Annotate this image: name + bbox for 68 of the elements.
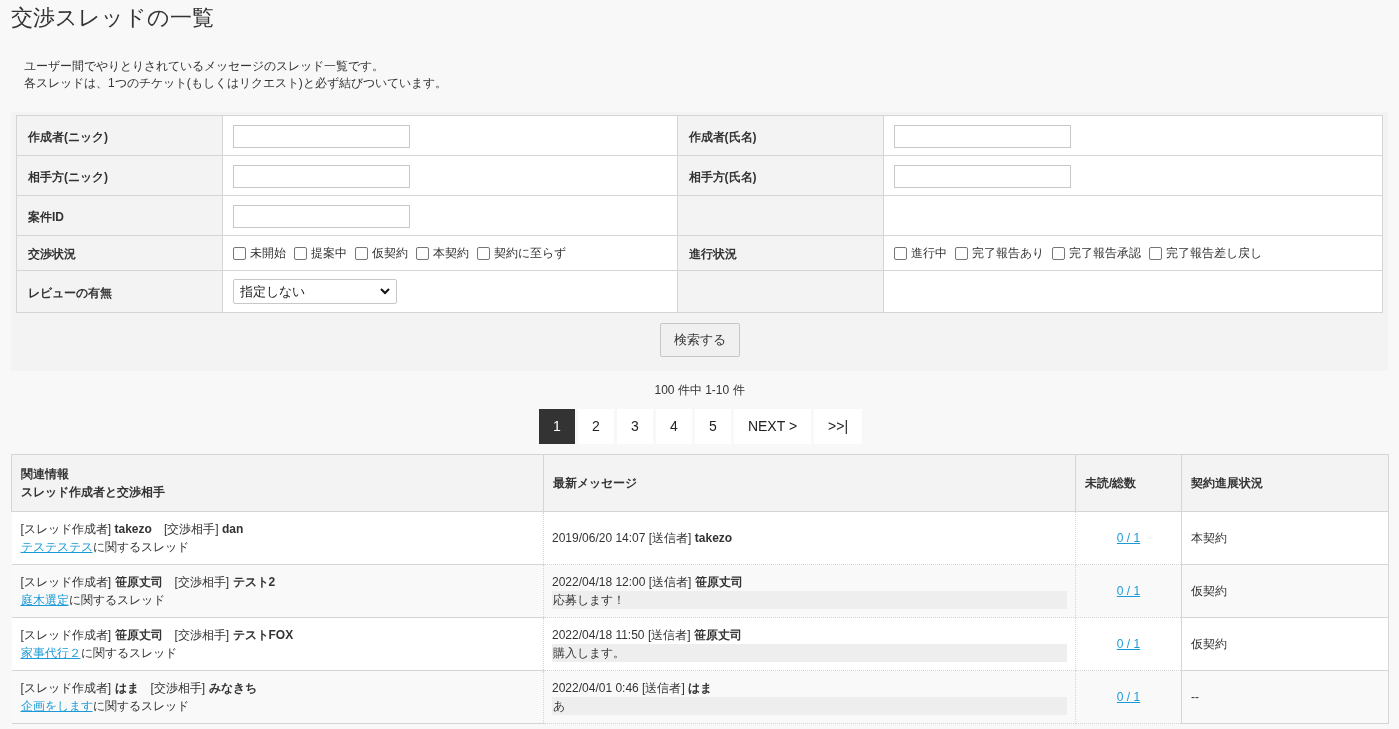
- message-preview: 購入します。: [552, 644, 1067, 662]
- page-link[interactable]: 1: [538, 409, 575, 444]
- checkbox-label: 完了報告承認: [1068, 245, 1141, 262]
- field-label: 相手方(氏名): [688, 169, 757, 184]
- contract-status: --: [1191, 690, 1199, 704]
- checkbox[interactable]: [233, 246, 246, 260]
- review-select[interactable]: 指定しない: [233, 279, 397, 304]
- column-header: 最新メッセージ: [553, 475, 638, 492]
- checkbox-label: 契約に至らず: [494, 245, 566, 262]
- checkbox[interactable]: [954, 246, 968, 260]
- text-input-field[interactable]: [233, 204, 410, 228]
- thread-parties: [スレッド作成者] 笹原丈司 [交渉相手] テストFOX: [20, 627, 295, 644]
- thread-subject: 家事代行２ に関するスレッド: [20, 645, 178, 662]
- chevron-down-icon: [380, 288, 390, 295]
- description-text: ユーザー間でやりとりされているメッセージのスレッド一覧です。: [24, 58, 385, 75]
- text-input-field[interactable]: [233, 124, 410, 148]
- thread-parties: [スレッド作成者] はま [交渉相手] みなきち: [20, 680, 258, 697]
- search-button[interactable]: 検索する: [659, 323, 740, 357]
- checkbox-label: 進行中: [910, 245, 947, 262]
- message-meta: 2019/06/20 14:07 [送信者] takezo: [552, 530, 734, 547]
- field-label: 交渉状況: [28, 247, 76, 261]
- message-meta: 2022/04/18 11:50 [送信者] 笹原丈司: [552, 627, 743, 644]
- checkbox[interactable]: [294, 246, 307, 260]
- contract-status: 仮契約: [1191, 637, 1227, 651]
- checkbox[interactable]: [1051, 246, 1065, 260]
- checkbox[interactable]: [477, 246, 490, 260]
- field-label: 作成者(氏名): [688, 129, 757, 144]
- checkbox-label: 未開始: [250, 245, 286, 262]
- thread-parties: [スレッド作成者] takezo [交渉相手] dan: [20, 521, 245, 538]
- column-header: 契約進展状況: [1191, 475, 1264, 492]
- column-header: 未読/総数: [1085, 475, 1138, 492]
- checkbox-label: 完了報告差し戻し: [1165, 245, 1262, 262]
- field-label: 進行状況: [688, 247, 737, 261]
- page-link[interactable]: >>|: [814, 409, 863, 444]
- column-header: 関連情報 スレッド作成者と交渉相手: [21, 466, 166, 501]
- page-link[interactable]: 3: [616, 409, 653, 444]
- checkbox-label: 本契約: [433, 245, 469, 262]
- checkbox[interactable]: [355, 246, 368, 260]
- result-count: 100 件中 1-10 件: [653, 382, 746, 397]
- checkbox[interactable]: [416, 246, 429, 260]
- checkbox[interactable]: [1148, 246, 1162, 260]
- message-preview: 応募します！: [552, 591, 1067, 609]
- thread-parties: [スレッド作成者] 笹原丈司 [交渉相手] テスト2: [20, 574, 277, 591]
- contract-status: 仮契約: [1191, 584, 1227, 598]
- text-input-field[interactable]: [893, 124, 1071, 148]
- thread-subject: 企画をしますに関するスレッド: [20, 698, 190, 715]
- checkbox[interactable]: [893, 246, 907, 260]
- page-link[interactable]: NEXT >: [733, 409, 812, 444]
- page-title: 交渉スレッドの一覧: [10, 4, 215, 32]
- thread-subject: テステステスに関するスレッド: [20, 539, 190, 556]
- thread-subject: 庭木選定に関するスレッド: [20, 592, 166, 609]
- description-text: 各スレッドは、1つのチケット(もしくはリクエスト)と必ず結びついています。: [24, 75, 448, 92]
- checkbox-label: 提案中: [311, 245, 347, 262]
- field-label: 作成者(ニック): [28, 129, 108, 144]
- checkbox-label: 仮契約: [372, 245, 408, 262]
- field-label: 相手方(ニック): [28, 169, 108, 184]
- field-label: レビューの有無: [28, 285, 112, 300]
- text-input-field[interactable]: [893, 164, 1071, 188]
- page-link[interactable]: 2: [577, 409, 614, 444]
- page-link[interactable]: 5: [694, 409, 731, 444]
- field-label: 案件ID: [28, 209, 64, 224]
- message-meta: 2022/04/18 12:00 [送信者] 笹原丈司: [552, 574, 744, 591]
- message-preview: あ: [552, 697, 1067, 715]
- contract-status: 本契約: [1191, 531, 1227, 545]
- text-input-field[interactable]: [233, 164, 410, 188]
- page-link[interactable]: 4: [655, 409, 692, 444]
- message-meta: 2022/04/01 0:46 [送信者] はま: [552, 680, 714, 697]
- checkbox-label: 完了報告あり: [971, 245, 1044, 262]
